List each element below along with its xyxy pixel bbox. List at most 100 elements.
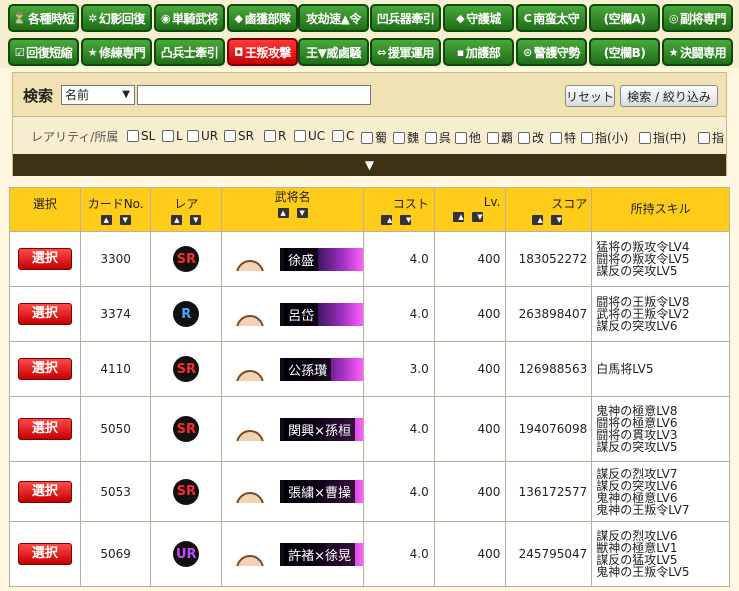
tab-label: 加護部 [465, 45, 501, 60]
search-field-select[interactable]: 名前 ▼ [61, 85, 135, 105]
filter-checkbox-12[interactable]: 改 [518, 129, 544, 146]
sort-desc-icon[interactable]: ▼ [400, 215, 412, 225]
tab-icon: ★ [668, 45, 679, 59]
tab-row1-3[interactable]: ◆ 鹵獲部隊 [227, 4, 298, 32]
sort-desc-icon[interactable]: ▼ [296, 208, 308, 218]
checkbox-label: C [346, 129, 355, 143]
checkbox-box[interactable] [127, 130, 139, 142]
checkbox-box[interactable] [361, 131, 373, 144]
tab-label: (空欄B) [603, 45, 646, 60]
checkbox-box[interactable] [698, 131, 710, 144]
tab-row2-2[interactable]: 凸兵士牽引 [154, 38, 225, 66]
skills-cell: 謀反の烈攻LV6 獣神の極意LV1 謀反の猛攻LV5 鬼神の王叛令LV5 [591, 521, 730, 587]
checkbox-box[interactable] [550, 131, 562, 144]
filter-checkbox-15[interactable]: 指(中) [639, 129, 686, 146]
score: 245795047 [505, 521, 593, 587]
general-nameplate: 許褚×徐晃 [280, 542, 364, 566]
search-title: 検索 [23, 87, 54, 105]
sort-desc-icon[interactable]: ▼ [550, 215, 562, 225]
filter-checkbox-6[interactable]: C [332, 129, 354, 143]
filter-checkbox-9[interactable]: 呉 [425, 129, 451, 146]
filter-checkbox-8[interactable]: 魏 [393, 129, 419, 146]
search-input[interactable] [137, 85, 371, 105]
select-button[interactable]: 選択 [17, 543, 72, 565]
select-button[interactable]: 選択 [17, 480, 72, 503]
tab-row1-1[interactable]: ✲ 幻影回復 [81, 4, 152, 32]
checkbox-box[interactable] [224, 130, 236, 142]
sort-asc-icon[interactable]: ▲ [277, 208, 289, 218]
sort-asc-icon[interactable]: ▲ [531, 215, 543, 225]
filter-checkbox-3[interactable]: SR [224, 129, 254, 143]
tab-row1-5[interactable]: 凹兵器牽引 [370, 4, 441, 32]
sort-asc-icon[interactable]: ▲ [100, 215, 112, 225]
score: 126988563 [505, 341, 593, 397]
checkbox-box[interactable] [264, 130, 276, 142]
filter-checkbox-16[interactable]: 指 [698, 129, 724, 146]
sort-asc-icon[interactable]: ▲ [381, 215, 393, 225]
level: 400 [433, 396, 507, 462]
tab-row2-8[interactable]: (空欄B) [589, 38, 660, 66]
filter-checkbox-4[interactable]: R [264, 129, 286, 143]
select-button[interactable]: 選択 [17, 358, 72, 380]
tab-row2-7[interactable]: ⊙ 警護守勢 [516, 38, 587, 66]
select-button[interactable]: 選択 [17, 303, 72, 325]
tab-row1-0[interactable]: ⏳ 各種時短 [8, 4, 79, 32]
filter-checkbox-5[interactable]: UC [294, 129, 325, 143]
filter-checkbox-14[interactable]: 指(小) [581, 129, 628, 146]
search-filter-button[interactable]: 検索 / 絞り込み [620, 85, 718, 107]
general-nameplate: 呂岱 [280, 302, 364, 326]
sort-desc-icon[interactable]: ▼ [190, 215, 202, 225]
tab-row1-9[interactable]: ◎ 副将専門 [662, 4, 733, 32]
general-nameplate: 公孫瓚 [280, 357, 364, 381]
filter-checkbox-0[interactable]: SL [127, 129, 155, 143]
filter-checkbox-11[interactable]: 覇 [487, 129, 513, 146]
tab-row1-6[interactable]: ◆ 守護城 [443, 4, 514, 32]
checkbox-box[interactable] [187, 130, 199, 142]
checkbox-box[interactable] [639, 131, 651, 144]
tab-row2-1[interactable]: ★ 修練専門 [81, 38, 152, 66]
select-cell: 選択 [9, 286, 81, 342]
checkbox-box[interactable] [294, 130, 306, 142]
checkbox-box[interactable] [518, 131, 530, 144]
tab-row2-0[interactable]: ☑ 回復短縮 [8, 38, 79, 66]
sort-asc-icon[interactable]: ▲ [171, 215, 183, 225]
select-button[interactable]: 選択 [17, 418, 72, 440]
checkbox-box[interactable] [455, 131, 467, 144]
checkbox-box[interactable] [581, 131, 593, 144]
tab-row1-4[interactable]: 攻劫速▲令 [298, 4, 369, 32]
tab-icon: ★ [87, 45, 98, 59]
checkbox-box[interactable] [332, 130, 344, 142]
expand-filters-toggle[interactable]: ▼ [13, 154, 726, 176]
filter-checkbox-1[interactable]: L [162, 129, 183, 143]
tab-row1-2[interactable]: ◉ 単騎武将 [154, 4, 225, 32]
filter-checkbox-7[interactable]: 蜀 [361, 129, 387, 146]
tab-row2-3[interactable]: ◘ 王叛攻撃 [227, 38, 298, 66]
reset-button[interactable]: リセット [565, 85, 615, 107]
checkbox-box[interactable] [425, 131, 437, 144]
general-card: 公孫瓚 [221, 341, 365, 397]
select-button[interactable]: 選択 [17, 248, 72, 270]
checkbox-box[interactable] [487, 131, 499, 144]
sort-asc-icon[interactable]: ▲ [452, 212, 464, 222]
tab-label: 単騎武将 [172, 11, 219, 26]
portrait-face [236, 259, 265, 271]
tab-row2-5[interactable]: ⇔ 援軍運用 [370, 38, 441, 66]
tab-row1-7[interactable]: C 南蛮太守 [516, 4, 587, 32]
filter-checkbox-2[interactable]: UR [187, 129, 218, 143]
tab-label: 凸兵士牽引 [160, 45, 219, 60]
header-label: 武将名 [274, 190, 311, 204]
filter-checkbox-13[interactable]: 特 [550, 129, 576, 146]
tab-row2-6[interactable]: ▪ 加護部 [443, 38, 514, 66]
header-label: Lv. [483, 195, 501, 209]
sort-desc-icon[interactable]: ▼ [471, 212, 483, 222]
tab-row1-8[interactable]: (空欄A) [589, 4, 660, 32]
header-general-name: 武将名 ▲ ▼ [221, 187, 365, 232]
skill-item: 鬼神の王叛令LV7 [596, 502, 690, 517]
checkbox-label: 指(中) [653, 131, 687, 145]
tab-row2-4[interactable]: 王▼威鹵騒 [298, 38, 369, 66]
checkbox-box[interactable] [393, 131, 405, 144]
sort-desc-icon[interactable]: ▼ [119, 215, 131, 225]
tab-row2-9[interactable]: ★ 決闘専用 [662, 38, 733, 66]
checkbox-box[interactable] [162, 130, 174, 142]
filter-checkbox-10[interactable]: 他 [455, 129, 481, 146]
